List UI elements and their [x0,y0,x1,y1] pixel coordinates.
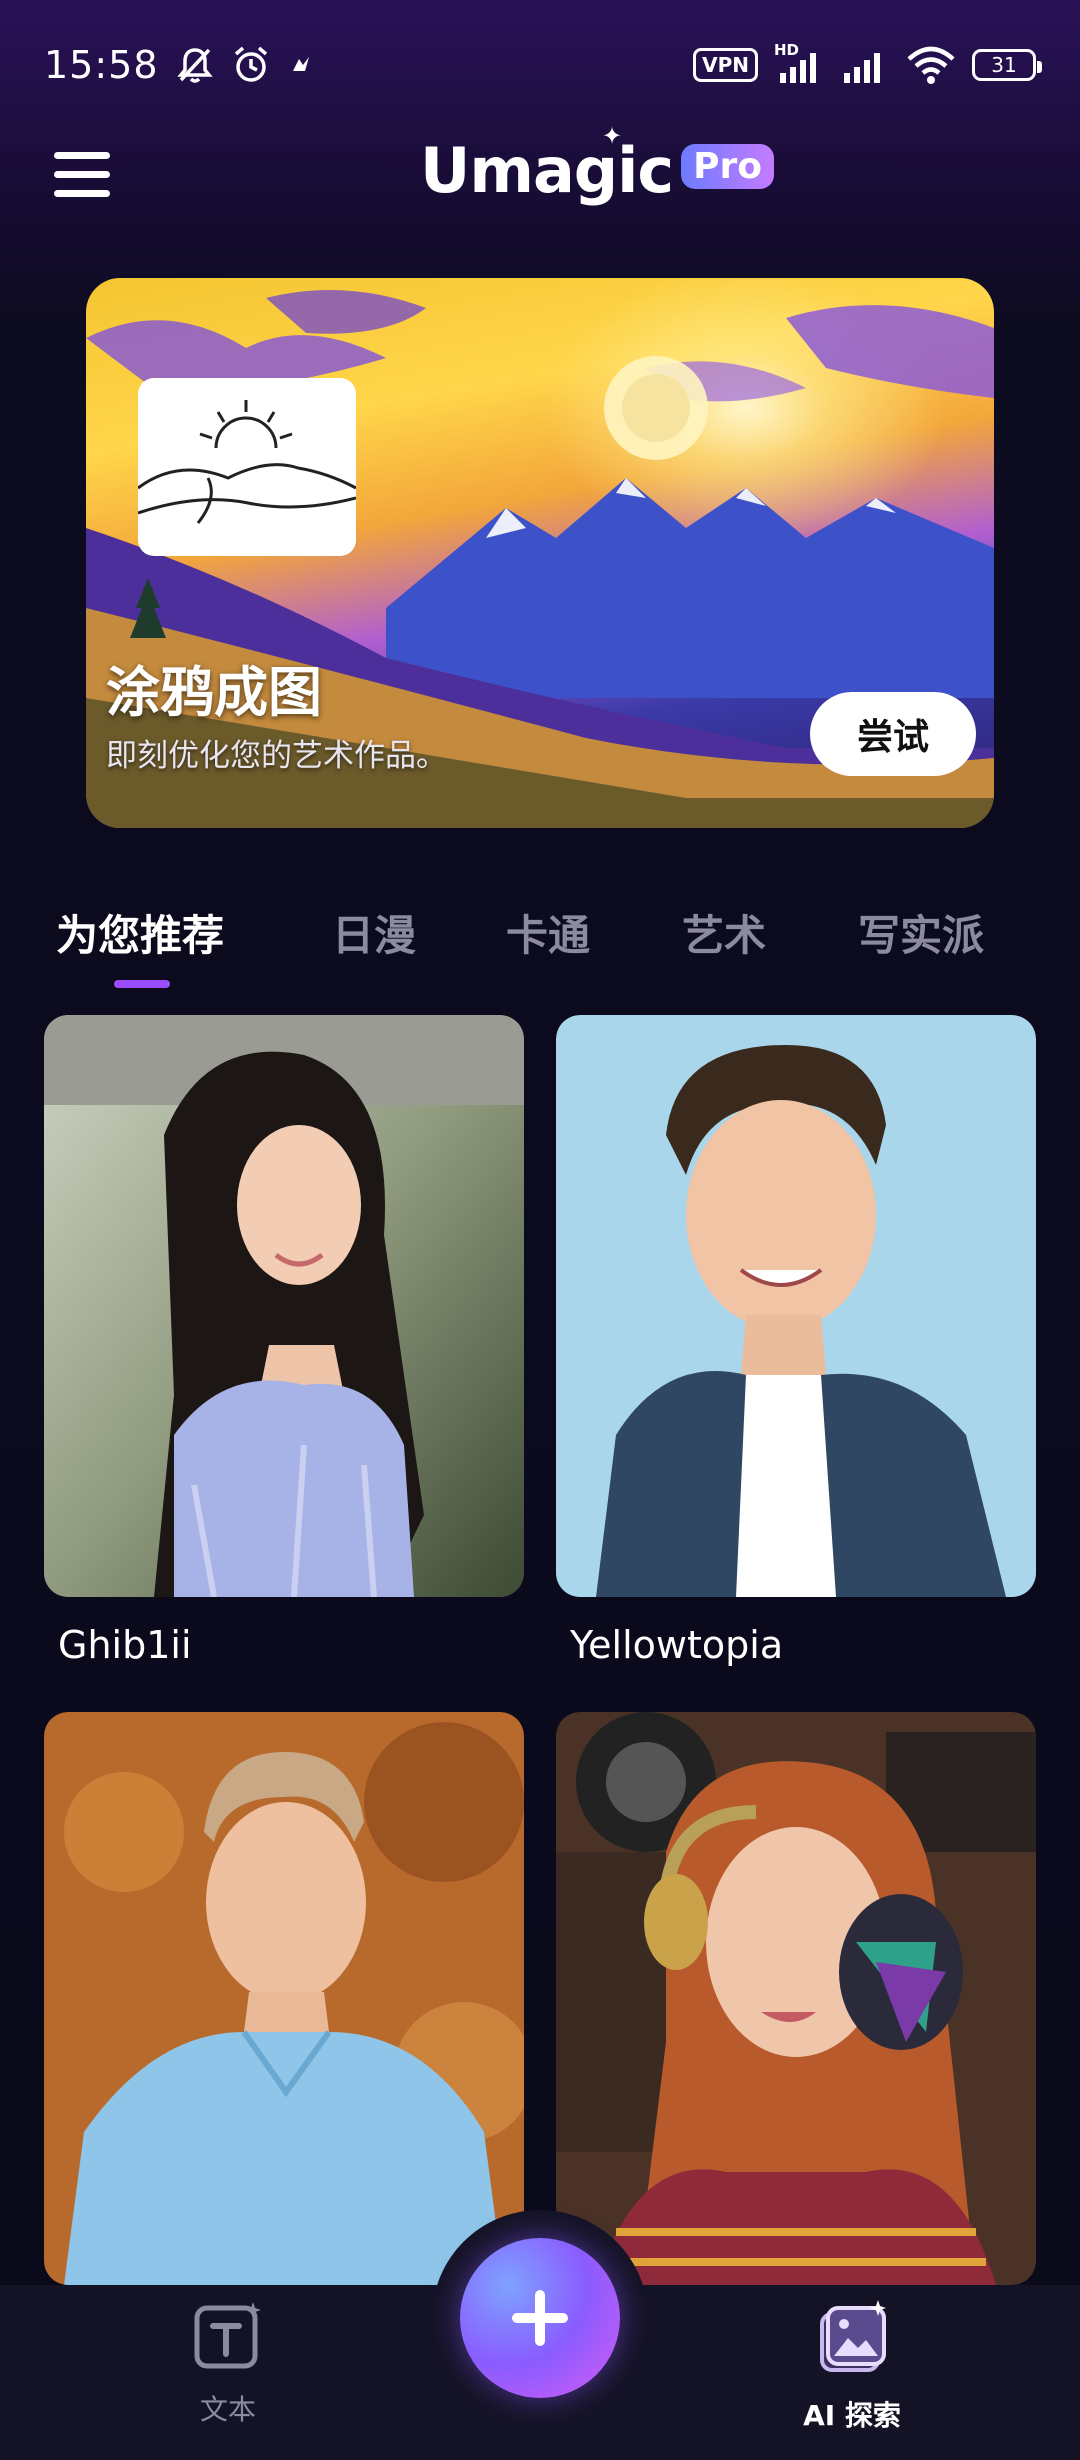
signal-icon-2 [844,53,880,83]
banner-subtitle: 即刻优化您的艺术作品。 [106,738,447,774]
cell-signal-hd: HD [774,41,824,85]
tab-recommended[interactable]: 为您推荐 [56,902,224,963]
app-name: Umagic [420,134,674,207]
style-name: Yellowtopia [570,1623,784,1667]
style-card[interactable] [556,1712,1036,2285]
portrait-photo [44,1015,524,1597]
app-notification-icon [292,57,309,71]
style-card-yellowtopia[interactable]: Yellowtopia [556,1015,1036,1705]
nav-ai-explore[interactable]: AI 探索 [772,2300,932,2434]
portrait-photo [556,1712,1036,2285]
tab-cartoon[interactable]: 卡通 [506,902,590,963]
active-tab-indicator [114,980,170,988]
pro-badge: Pro [681,144,775,189]
style-name: Ghib1ii [58,1623,192,1667]
signal-icon [780,53,816,83]
vpn-badge: VPN [693,48,758,82]
tab-realistic[interactable]: 写实派 [858,902,984,963]
tab-anime[interactable]: 日漫 [332,902,416,963]
app-logo: Umagic ✦ Pro [420,122,775,207]
sparkle-icon: ✦ [602,122,623,150]
nav-text-label: 文本 [199,2393,256,2426]
portrait-photo [44,1712,524,2285]
nav-ai-explore-label: AI 探索 [803,2399,901,2432]
plus-icon [512,2290,568,2346]
mute-notification-icon [176,48,213,83]
banner-title: 涂鸦成图 [106,661,322,724]
alarm-icon [234,46,267,82]
app-header: Umagic ✦ Pro [0,122,1080,230]
battery-indicator: 31 [972,49,1042,81]
status-bar: 15:58 VPN HD 31 [0,0,1080,130]
status-time: 15:58 [44,43,159,87]
sketch-thumbnail [137,378,357,556]
app-screen: 15:58 VPN HD 31 Umagic ✦ Pro 涂鸦成图 即刻优化您的… [0,0,1080,2460]
nav-text[interactable]: 文本 [148,2300,308,2428]
try-button[interactable]: 尝试 [810,692,976,776]
status-right-icons: VPN HD 31 [693,41,1042,85]
category-tabs: 为您推荐 日漫 卡通 艺术 写实派 [0,890,1080,1000]
text-icon [194,2302,261,2369]
portrait-photo [556,1015,1036,1597]
sun-mountain-sketch-icon [137,400,357,524]
ai-image-icon [820,2300,886,2372]
tab-art[interactable]: 艺术 [682,902,766,963]
battery-level: 31 [991,53,1017,77]
wifi-icon [907,46,955,84]
style-card-ghib1ii[interactable]: Ghib1ii [44,1015,524,1705]
menu-icon[interactable] [54,152,110,202]
create-button[interactable] [460,2238,620,2398]
style-card[interactable] [44,1712,524,2285]
feature-banner[interactable]: 涂鸦成图 即刻优化您的艺术作品。 尝试 [86,278,994,828]
status-left-icons [176,45,313,85]
